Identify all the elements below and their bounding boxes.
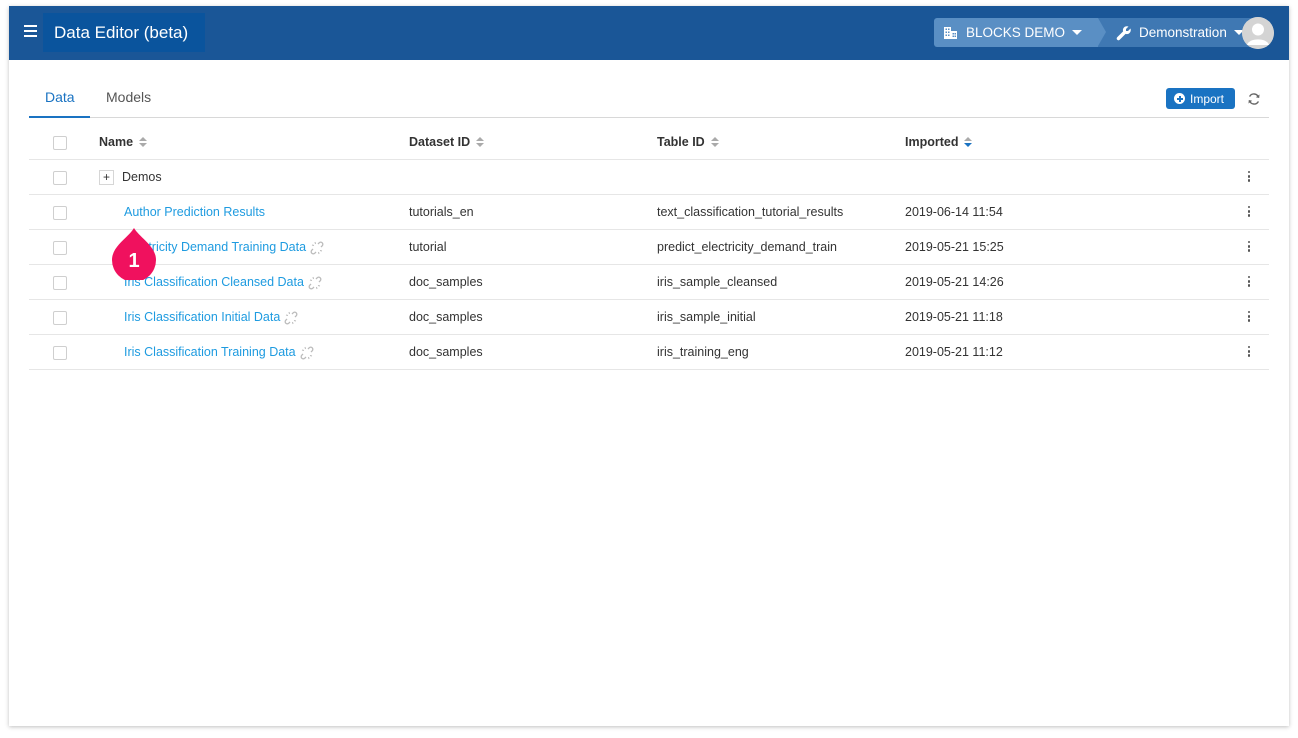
more-vertical-icon bbox=[1247, 240, 1251, 255]
table-row[interactable]: Author Prediction Results tutorials_en t… bbox=[29, 195, 1269, 230]
refresh-icon[interactable] bbox=[1247, 92, 1261, 106]
name-cell: Author Prediction Results bbox=[124, 195, 265, 230]
row-checkbox[interactable] bbox=[53, 171, 67, 185]
imported-cell: 2019-06-14 11:54 bbox=[905, 205, 1003, 219]
project-name: Demonstration bbox=[1139, 25, 1227, 40]
column-label: Table ID bbox=[657, 135, 705, 149]
app-title[interactable]: Data Editor (beta) bbox=[43, 13, 205, 52]
chevron-down-icon bbox=[1072, 30, 1083, 35]
row-menu-button[interactable] bbox=[1247, 160, 1251, 195]
tab-data[interactable]: Data bbox=[29, 84, 90, 118]
dataset-name-link[interactable]: Iris Classification Initial Data bbox=[124, 310, 280, 324]
dataset-name-link[interactable]: Author Prediction Results bbox=[124, 205, 265, 219]
dataset-name-link[interactable]: Iris Classification Cleansed Data bbox=[124, 275, 304, 289]
table-row[interactable]: Electricity Demand Training Data tutoria… bbox=[29, 230, 1269, 265]
organization-name: BLOCKS DEMO bbox=[966, 25, 1066, 40]
sort-icon[interactable] bbox=[139, 136, 148, 149]
import-label: Import bbox=[1190, 91, 1225, 106]
group-name-cell: + Demos bbox=[99, 160, 162, 195]
app-window: Data Editor (beta) BLOCKS DEMO Demonstra… bbox=[9, 6, 1289, 726]
table-row[interactable]: Iris Classification Initial Data doc_sam… bbox=[29, 300, 1269, 335]
table-row[interactable]: Iris Classification Cleansed Data doc_sa… bbox=[29, 265, 1269, 300]
row-checkbox[interactable] bbox=[53, 346, 67, 360]
table-id-cell: iris_sample_cleansed bbox=[657, 275, 778, 289]
import-button[interactable]: Import bbox=[1166, 88, 1235, 109]
table-header-row: Name Dataset ID Table ID Imported bbox=[29, 125, 1269, 160]
table-id-cell: iris_training_eng bbox=[657, 345, 749, 359]
table-body: Author Prediction Results tutorials_en t… bbox=[29, 195, 1269, 370]
more-vertical-icon bbox=[1247, 275, 1251, 290]
user-icon bbox=[1242, 17, 1274, 49]
more-vertical-icon bbox=[1247, 345, 1251, 360]
organization-dropdown[interactable]: BLOCKS DEMO bbox=[934, 18, 1107, 47]
imported-cell: 2019-05-21 11:12 bbox=[905, 345, 1003, 359]
plus-circle-icon bbox=[1174, 93, 1185, 104]
row-menu-button[interactable] bbox=[1247, 230, 1251, 265]
table-row[interactable]: Iris Classification Training Data doc_sa… bbox=[29, 335, 1269, 370]
table-id-cell: text_classification_tutorial_results bbox=[657, 205, 844, 219]
table-id-cell: predict_electricity_demand_train bbox=[657, 240, 837, 254]
group-name[interactable]: Demos bbox=[122, 170, 162, 184]
row-menu-button[interactable] bbox=[1247, 335, 1251, 370]
table-id-cell: iris_sample_initial bbox=[657, 310, 756, 324]
building-icon bbox=[944, 26, 957, 39]
row-menu-button[interactable] bbox=[1247, 300, 1251, 335]
project-dropdown[interactable]: Demonstration bbox=[1098, 18, 1256, 47]
org-project-switcher: BLOCKS DEMO Demonstration bbox=[934, 18, 1256, 47]
wrench-icon bbox=[1116, 25, 1131, 40]
expand-icon[interactable]: + bbox=[99, 170, 114, 186]
column-header-table-id[interactable]: Table ID bbox=[657, 125, 719, 160]
name-cell: Iris Classification Training Data bbox=[124, 335, 314, 370]
dataset-id-cell: tutorials_en bbox=[409, 205, 474, 219]
dataset-id-cell: doc_samples bbox=[409, 345, 483, 359]
column-label: Name bbox=[99, 135, 134, 149]
hamburger-menu-icon[interactable] bbox=[24, 25, 40, 41]
imported-cell: 2019-05-21 11:18 bbox=[905, 310, 1003, 324]
more-vertical-icon bbox=[1247, 170, 1251, 185]
sort-icon[interactable] bbox=[476, 136, 485, 149]
tab-models[interactable]: Models bbox=[106, 84, 151, 118]
dataset-id-cell: tutorial bbox=[409, 240, 447, 254]
more-vertical-icon bbox=[1247, 310, 1251, 325]
column-label: Dataset ID bbox=[409, 135, 471, 149]
unlink-icon bbox=[284, 311, 298, 325]
unlink-icon bbox=[300, 346, 314, 360]
row-checkbox[interactable] bbox=[53, 241, 67, 255]
row-menu-button[interactable] bbox=[1247, 195, 1251, 230]
tab-bar: Data Models bbox=[29, 84, 1269, 118]
dataset-id-cell: doc_samples bbox=[409, 275, 483, 289]
column-header-imported[interactable]: Imported bbox=[905, 125, 973, 160]
column-header-name[interactable]: Name bbox=[99, 125, 148, 160]
group-row: + Demos bbox=[29, 160, 1269, 195]
row-menu-button[interactable] bbox=[1247, 265, 1251, 300]
column-header-dataset-id[interactable]: Dataset ID bbox=[409, 125, 485, 160]
sort-icon[interactable] bbox=[710, 136, 719, 149]
row-checkbox[interactable] bbox=[53, 276, 67, 290]
user-avatar[interactable] bbox=[1242, 17, 1274, 49]
unlink-icon bbox=[308, 276, 322, 290]
data-table: Name Dataset ID Table ID Imported + Demos bbox=[29, 125, 1269, 370]
more-vertical-icon bbox=[1247, 205, 1251, 220]
row-checkbox[interactable] bbox=[53, 311, 67, 325]
row-checkbox[interactable] bbox=[53, 206, 67, 220]
dataset-name-link[interactable]: Iris Classification Training Data bbox=[124, 345, 296, 359]
imported-cell: 2019-05-21 14:26 bbox=[905, 275, 1004, 289]
imported-cell: 2019-05-21 15:25 bbox=[905, 240, 1004, 254]
top-bar: Data Editor (beta) BLOCKS DEMO Demonstra… bbox=[9, 6, 1289, 60]
unlink-icon bbox=[310, 241, 324, 255]
sort-desc-icon[interactable] bbox=[964, 136, 973, 149]
name-cell: Iris Classification Initial Data bbox=[124, 300, 298, 335]
dataset-id-cell: doc_samples bbox=[409, 310, 483, 324]
select-all-checkbox[interactable] bbox=[53, 136, 67, 150]
annotation-marker-number: 1 bbox=[128, 250, 140, 272]
column-label: Imported bbox=[905, 135, 959, 149]
